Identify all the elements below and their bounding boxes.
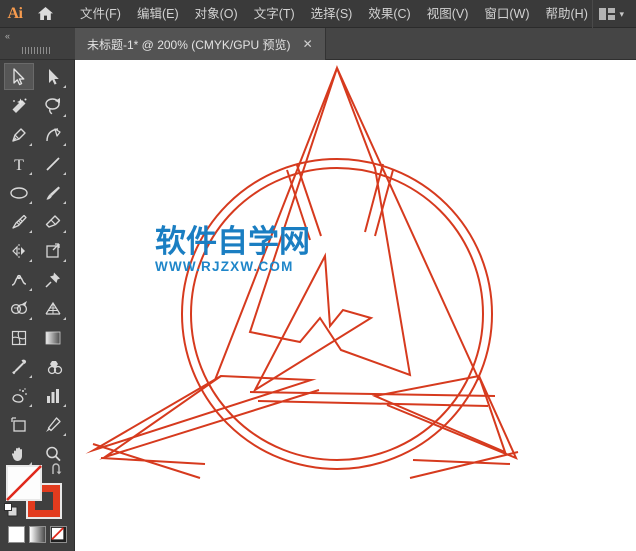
- flyout-indicator-icon: [63, 201, 66, 204]
- lasso-tool[interactable]: [38, 92, 68, 119]
- chevron-down-icon: ▾: [619, 8, 624, 19]
- direct-selection-tool[interactable]: [38, 63, 68, 90]
- rotate-tool[interactable]: [4, 237, 34, 264]
- eraser-tool[interactable]: [38, 208, 68, 235]
- menu-item-edit[interactable]: 编辑(E): [129, 2, 187, 26]
- default-fill-stroke-icon[interactable]: [4, 503, 18, 517]
- column-graph-tool[interactable]: [38, 382, 68, 409]
- flyout-indicator-icon: [63, 230, 66, 233]
- collapse-panel-icon[interactable]: «: [5, 31, 10, 41]
- flyout-indicator-icon: [63, 433, 66, 436]
- toolbar-drag-grip[interactable]: [22, 47, 52, 54]
- fill-swatch[interactable]: [6, 465, 42, 501]
- perspective-grid-tool[interactable]: [38, 295, 68, 322]
- flyout-indicator-icon: [29, 375, 32, 378]
- artboard-tool[interactable]: [4, 411, 34, 438]
- menu-item-effect[interactable]: 效果(C): [360, 2, 418, 26]
- selection-tool[interactable]: [4, 63, 34, 90]
- fill-stroke-controls: [4, 463, 68, 519]
- menu-item-help[interactable]: 帮助(H): [538, 2, 596, 26]
- menu-item-file[interactable]: 文件(F): [72, 2, 129, 26]
- document-tab-bar: 未标题-1* @ 200% (CMYK/GPU 预览) ✕: [0, 28, 636, 60]
- illustrator-window: Ai 文件(F) 编辑(E) 对象(O) 文字(T) 选择(S) 效果(C) 视…: [0, 0, 636, 551]
- app-logo-icon: Ai: [7, 4, 24, 22]
- flyout-indicator-icon: [63, 85, 66, 88]
- gradient-tool[interactable]: [38, 324, 68, 351]
- none-slash-icon: [6, 465, 42, 501]
- pen-tool[interactable]: [4, 121, 34, 148]
- flyout-indicator-icon: [63, 317, 66, 320]
- document-tab[interactable]: 未标题-1* @ 200% (CMYK/GPU 预览) ✕: [75, 28, 326, 60]
- flyout-indicator-icon: [63, 114, 66, 117]
- flyout-indicator-icon: [29, 317, 32, 320]
- flyout-indicator-icon: [29, 201, 32, 204]
- flyout-indicator-icon: [29, 288, 32, 291]
- paintbrush-tool[interactable]: [38, 179, 68, 206]
- color-mode-buttons: [8, 526, 68, 544]
- flyout-indicator-icon: [29, 143, 32, 146]
- hand-tool[interactable]: [4, 440, 34, 467]
- menu-item-window[interactable]: 窗口(W): [476, 2, 537, 26]
- mesh-tool[interactable]: [4, 324, 34, 351]
- ellipse-tool[interactable]: [4, 179, 34, 206]
- tool-grid: T: [2, 62, 73, 468]
- flyout-indicator-icon: [29, 404, 32, 407]
- magic-wand-tool[interactable]: [4, 92, 34, 119]
- gradient-mode-button[interactable]: [29, 526, 46, 543]
- menu-item-view[interactable]: 视图(V): [419, 2, 477, 26]
- line-segment-tool[interactable]: [38, 150, 68, 177]
- eyedropper-tool[interactable]: [4, 353, 34, 380]
- flyout-indicator-icon: [63, 143, 66, 146]
- shape-builder-tool[interactable]: [4, 295, 34, 322]
- free-transform-tool[interactable]: [38, 266, 68, 293]
- curvature-tool[interactable]: [38, 121, 68, 148]
- flyout-indicator-icon: [29, 172, 32, 175]
- menu-bar: Ai 文件(F) 编辑(E) 对象(O) 文字(T) 选择(S) 效果(C) 视…: [0, 0, 636, 28]
- menu-item-object[interactable]: 对象(O): [187, 2, 246, 26]
- flyout-indicator-icon: [63, 259, 66, 262]
- artboard-canvas[interactable]: 软件自学网 WWW.RJZXW.COM: [75, 60, 636, 551]
- svg-text:T: T: [14, 157, 24, 173]
- symbol-sprayer-tool[interactable]: [4, 382, 34, 409]
- none-mode-button[interactable]: [50, 526, 67, 543]
- toolbar-header: «: [0, 28, 75, 60]
- menu-item-list: 文件(F) 编辑(E) 对象(O) 文字(T) 选择(S) 效果(C) 视图(V…: [72, 2, 596, 26]
- swap-fill-stroke-icon[interactable]: [50, 463, 64, 477]
- home-icon[interactable]: [30, 0, 60, 28]
- menu-item-type[interactable]: 文字(T): [246, 2, 303, 26]
- width-tool[interactable]: [4, 266, 34, 293]
- blend-tool[interactable]: [38, 353, 68, 380]
- flyout-indicator-icon: [29, 230, 32, 233]
- slice-tool[interactable]: [38, 411, 68, 438]
- close-icon[interactable]: ✕: [301, 38, 315, 50]
- tools-panel: T: [0, 60, 75, 551]
- workspace-layout-icon: [599, 8, 616, 20]
- shaper-tool[interactable]: [4, 208, 34, 235]
- workspace-switcher[interactable]: ▾: [592, 0, 630, 28]
- flyout-indicator-icon: [63, 404, 66, 407]
- scale-tool[interactable]: [38, 237, 68, 264]
- avengers-a-logo[interactable]: [75, 60, 636, 551]
- flyout-indicator-icon: [29, 259, 32, 262]
- flyout-indicator-icon: [63, 172, 66, 175]
- menu-item-select[interactable]: 选择(S): [303, 2, 361, 26]
- color-mode-button[interactable]: [8, 526, 25, 543]
- type-tool[interactable]: T: [4, 150, 34, 177]
- document-tab-title: 未标题-1* @ 200% (CMYK/GPU 预览): [87, 37, 291, 52]
